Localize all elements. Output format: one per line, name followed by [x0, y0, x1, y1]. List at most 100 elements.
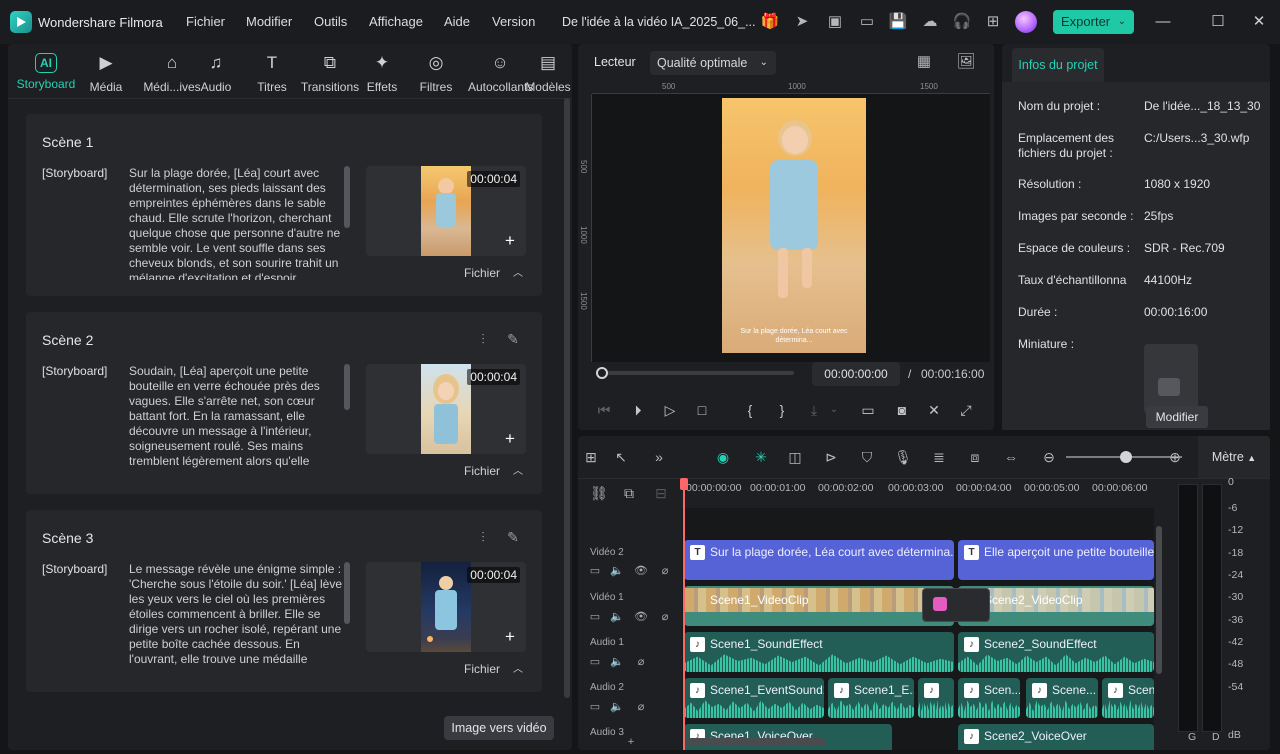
step-back-icon[interactable]: ⏵ — [628, 400, 648, 420]
folder-icon[interactable]: ▭ — [588, 610, 602, 624]
tab-media[interactable]: ▶ Média — [74, 48, 138, 98]
ripple-icon[interactable]: ⊟ — [650, 482, 672, 504]
cloud-save-icon[interactable]: ▣ — [825, 12, 845, 32]
tab-templates[interactable]: ▤ Modèles — [516, 48, 580, 98]
insert-icon[interactable]: ⤓ — [804, 400, 824, 420]
menu-affichage[interactable]: Affichage — [369, 14, 423, 29]
mute-icon[interactable]: ✕ — [924, 400, 944, 420]
current-timecode[interactable]: 00:00:00:00 — [812, 362, 900, 386]
display-icon[interactable]: ▭ — [858, 400, 878, 420]
menu-modifier[interactable]: Modifier — [246, 14, 292, 29]
scene-thumbnail[interactable]: 00:00:04 + — [366, 364, 526, 454]
close-icon[interactable]: ✕ — [1246, 10, 1272, 34]
audio-clip[interactable]: ♪ Scene1_E... — [828, 678, 914, 718]
tab-titles[interactable]: T Titres — [240, 48, 304, 98]
select-tool-icon[interactable]: ↖ — [610, 446, 632, 468]
audio-clip[interactable]: ♪ Scene1_VoiceOver — [684, 724, 892, 750]
add-icon[interactable]: + — [502, 430, 518, 447]
marker-icon[interactable]: ⛉ — [856, 446, 878, 468]
chevron-up-icon[interactable]: ︿ — [513, 264, 523, 279]
zoom-in-icon[interactable]: ⊕ — [1164, 446, 1186, 468]
volume-icon[interactable]: 🔈 — [610, 655, 624, 669]
lock-icon[interactable]: ⌀ — [634, 700, 648, 714]
scene-text-scrollbar[interactable] — [344, 166, 350, 228]
scene-thumbnail[interactable]: 00:00:04 + — [366, 166, 526, 256]
lock-icon[interactable]: ⌀ — [634, 655, 648, 669]
zoom-out-icon[interactable]: ⊖ — [1038, 446, 1060, 468]
headset-icon[interactable]: 🎧 — [952, 12, 972, 32]
scene-card[interactable]: Scène 1 [Storyboard] Sur la plage dorée,… — [26, 114, 542, 296]
add-icon[interactable]: + — [502, 628, 518, 645]
file-label[interactable]: Fichier — [464, 464, 500, 478]
camera-icon[interactable]: ◙ — [892, 400, 912, 420]
scene-text[interactable]: Le message révèle une énigme simple : 'C… — [129, 562, 343, 676]
edit-icon[interactable]: ✎ — [504, 330, 522, 348]
edit-icon[interactable]: ✎ — [504, 528, 522, 546]
mark-out-icon[interactable]: } — [772, 400, 792, 420]
add-track-icon[interactable]: + — [624, 735, 638, 749]
snap-icon[interactable]: ✳ — [750, 446, 772, 468]
save-icon[interactable]: 💾 — [888, 12, 908, 32]
timeline-v-scrollbar[interactable] — [1156, 526, 1162, 674]
prev-frame-icon[interactable]: ⏮ — [594, 400, 614, 420]
eye-icon[interactable]: 👁 — [634, 610, 648, 624]
left-panel-scrollbar[interactable] — [564, 98, 570, 698]
transition-marker[interactable] — [922, 588, 990, 622]
gift-icon[interactable]: 🎁 — [760, 12, 780, 32]
file-label[interactable]: Fichier — [464, 662, 500, 676]
tab-audio[interactable]: ♫ Audio — [184, 48, 248, 98]
more-tools-icon[interactable]: » — [648, 446, 670, 468]
volume-icon[interactable]: 🔈 — [610, 564, 624, 578]
volume-icon[interactable]: 🔈 — [610, 610, 624, 624]
menu-outils[interactable]: Outils — [314, 14, 347, 29]
scrub-bar[interactable] — [600, 371, 794, 375]
microphone-icon[interactable]: 🎙 — [892, 446, 914, 468]
layout-grid-icon[interactable]: ⊞ — [580, 446, 602, 468]
folder-icon[interactable]: ▭ — [588, 655, 602, 669]
add-icon[interactable]: + — [502, 232, 518, 249]
send-icon[interactable]: ➤ — [792, 12, 812, 32]
lock-icon[interactable]: ⌀ — [658, 564, 672, 578]
folder-icon[interactable]: ▭ — [588, 700, 602, 714]
thumbnail-preview[interactable] — [1144, 344, 1198, 414]
chevron-down-icon[interactable]: ⌄ — [824, 400, 844, 420]
maximize-icon[interactable]: ☐ — [1205, 10, 1231, 34]
meter-toggle[interactable]: Mètre ▲ — [1198, 436, 1270, 478]
audio-clip[interactable]: ♪ — [918, 678, 954, 718]
minimize-icon[interactable]: — — [1150, 10, 1176, 34]
scene-text-scrollbar[interactable] — [344, 562, 350, 624]
tab-filters[interactable]: ◎ Filtres — [404, 48, 468, 98]
link-clips-icon[interactable]: ⛓ — [588, 482, 610, 504]
replace-clip-icon[interactable]: ⧈ — [964, 446, 986, 468]
chevron-up-icon[interactable]: ︿ — [513, 462, 523, 477]
volume-icon[interactable]: 🔈 — [610, 700, 624, 714]
video-preview[interactable]: Sur la plage dorée, Léa court avec déter… — [722, 98, 866, 353]
group-icon[interactable]: ⧉ — [618, 482, 640, 504]
snapshot-image-icon[interactable]: 🖼 — [956, 52, 976, 72]
menu-fichier[interactable]: Fichier — [186, 14, 225, 29]
timeline-h-scrollbar[interactable] — [686, 738, 826, 746]
file-label[interactable]: Fichier — [464, 266, 500, 280]
quality-select[interactable]: Qualité optimale ⌄ — [650, 51, 776, 75]
scene-card[interactable]: Scène 2 ⫶ ✎ [Storyboard] Soudain, [Léa] … — [26, 312, 542, 494]
audio-clip[interactable]: ♪ Scene2_SoundEffect — [958, 632, 1154, 672]
ai-camera-icon[interactable]: ◫ — [784, 446, 806, 468]
lock-icon[interactable]: ⌀ — [658, 610, 672, 624]
fit-timeline-icon[interactable]: ⇔ — [1000, 446, 1022, 468]
image-to-video-button[interactable]: Image vers vidéo — [444, 716, 554, 740]
scene-thumbnail[interactable]: 00:00:04 + — [366, 562, 526, 652]
modify-thumbnail-button[interactable]: Modifier — [1146, 406, 1208, 428]
zoom-slider-handle[interactable] — [1120, 451, 1132, 463]
scrub-handle[interactable] — [596, 367, 608, 379]
mark-in-icon[interactable]: { — [740, 400, 760, 420]
audio-clip[interactable]: ♪ Scene2_VoiceOver — [958, 724, 1154, 750]
play-icon[interactable]: ▷ — [660, 400, 680, 420]
audio-clip[interactable]: ♪ Scen... — [958, 678, 1020, 718]
scene-text[interactable]: Soudain, [Léa] aperçoit une petite boute… — [129, 364, 343, 478]
audio-clip[interactable]: ♪ Scene1_EventSound1 — [684, 678, 824, 718]
scene-card[interactable]: Scène 3 ⫶ ✎ [Storyboard] Le message révè… — [26, 510, 542, 692]
audio-wave-icon[interactable]: ⫶ — [474, 528, 492, 546]
render-preview-icon[interactable]: ⊳ — [820, 446, 842, 468]
scene-text-scrollbar[interactable] — [344, 364, 350, 410]
menu-version[interactable]: Version — [492, 14, 535, 29]
